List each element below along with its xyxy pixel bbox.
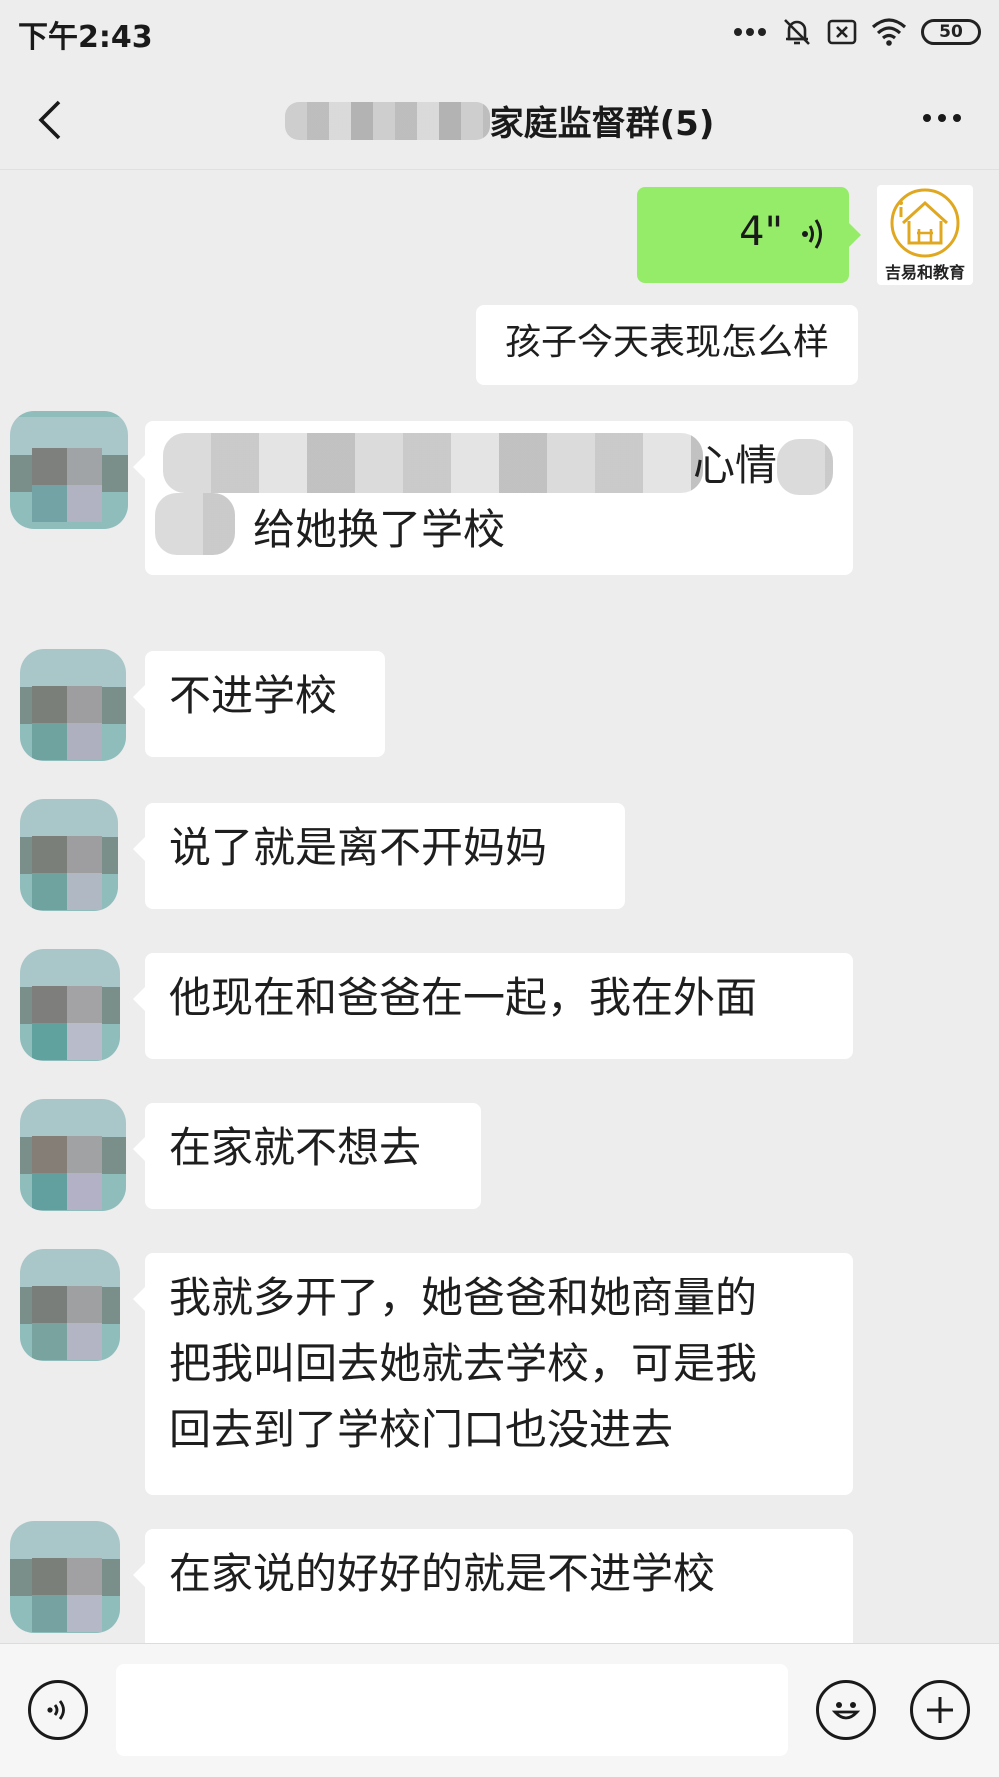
message-row-incoming-6: 我就多开了，她爸爸和她商量的 把我叫回去她就去学校，可是我 回去到了学校门口也没… <box>0 1249 999 1499</box>
incoming-message-bubble[interactable]: 在家说的好好的就是不进学校 <box>133 1529 853 1643</box>
message-row-incoming-2: 不进学校 <box>0 649 999 761</box>
message-row-outgoing: 孩子今天表现怎么样 <box>0 301 999 391</box>
message-text: 给她换了学校 <box>253 505 506 554</box>
message-text-partial: 心情 <box>693 441 778 490</box>
message-row-incoming-1: 心情 给她换了学校 <box>0 411 999 591</box>
bell-off-icon <box>781 16 813 48</box>
incoming-message-bubble[interactable]: 他现在和爸爸在一起，我在外面 <box>133 953 853 1059</box>
message-row-voice: 4" 吉易和教育 <box>0 171 999 291</box>
incoming-message-bubble[interactable]: 在家就不想去 <box>133 1103 481 1209</box>
outgoing-message-bubble[interactable]: 孩子今天表现怎么样 <box>476 305 858 385</box>
chat-title-area: 家庭监督群(5) <box>0 96 999 145</box>
incoming-message-bubble[interactable]: 不进学校 <box>133 651 385 757</box>
voice-message-bubble[interactable]: 4" <box>637 187 861 283</box>
wifi-icon <box>871 18 907 46</box>
blurred-text <box>777 439 833 495</box>
incoming-message-bubble[interactable]: 说了就是离不开妈妈 <box>133 803 625 909</box>
plus-icon <box>927 1697 953 1723</box>
smile-icon <box>831 1702 861 1720</box>
voice-wave-icon <box>802 219 822 249</box>
incoming-message-bubble[interactable]: 心情 给她换了学校 <box>133 421 853 575</box>
member-avatar[interactable] <box>10 1521 120 1633</box>
blurred-text <box>155 493 235 555</box>
blurred-text <box>163 433 703 493</box>
message-row-incoming-5: 在家就不想去 <box>0 1099 999 1211</box>
member-avatar[interactable] <box>20 1099 126 1211</box>
chat-message-list[interactable]: 4" 吉易和教育 孩子今天表现怎么样 心情 给她换了学校 不进学校 说了就是离不… <box>0 171 999 1643</box>
more-dots-status-icon <box>733 27 767 37</box>
more-dots-icon <box>923 114 931 122</box>
message-row-incoming-4: 他现在和爸爸在一起，我在外面 <box>0 949 999 1061</box>
more-button[interactable] <box>915 98 969 138</box>
blurred-group-name <box>284 101 490 140</box>
logo-text: 吉易和教育 <box>884 263 965 282</box>
message-row-incoming-3: 说了就是离不开妈妈 <box>0 799 999 911</box>
plus-button[interactable] <box>910 1680 970 1740</box>
voice-duration: 4" <box>739 209 783 255</box>
chat-title: 家庭监督群(5) <box>489 104 715 144</box>
sim-missing-icon <box>827 18 857 46</box>
status-icons: 50 <box>733 14 981 50</box>
message-line: 在家说的好好的就是不进学校 <box>169 1549 716 1598</box>
message-line: 我就多开了，她爸爸和她商量的 <box>169 1273 758 1322</box>
nav-bar: 家庭监督群(5) <box>0 64 999 170</box>
voice-toggle-button[interactable] <box>28 1680 88 1740</box>
emoji-button[interactable] <box>816 1680 876 1740</box>
incoming-message-bubble[interactable]: 我就多开了，她爸爸和她商量的 把我叫回去她就去学校，可是我 回去到了学校门口也没… <box>133 1253 853 1495</box>
member-avatar[interactable] <box>20 649 126 761</box>
message-line: 把我叫回去她就去学校，可是我 <box>169 1339 758 1388</box>
member-avatar[interactable] <box>20 949 120 1061</box>
member-avatar[interactable] <box>20 799 118 911</box>
message-input[interactable] <box>116 1664 788 1756</box>
message-line: 回去到了学校门口也没进去 <box>169 1405 674 1454</box>
status-bar: 下午2:43 50 <box>0 0 999 64</box>
message-row-incoming-7: 在家说的好好的就是不进学校 <box>0 1521 999 1643</box>
house-logo-icon <box>890 188 960 258</box>
input-bar <box>0 1643 999 1777</box>
voice-icon <box>47 1700 65 1720</box>
member-avatar[interactable] <box>10 411 128 529</box>
battery-indicator: 50 <box>921 19 981 45</box>
my-avatar[interactable]: 吉易和教育 <box>877 185 973 285</box>
status-time: 下午2:43 <box>18 20 153 55</box>
member-avatar[interactable] <box>20 1249 120 1361</box>
